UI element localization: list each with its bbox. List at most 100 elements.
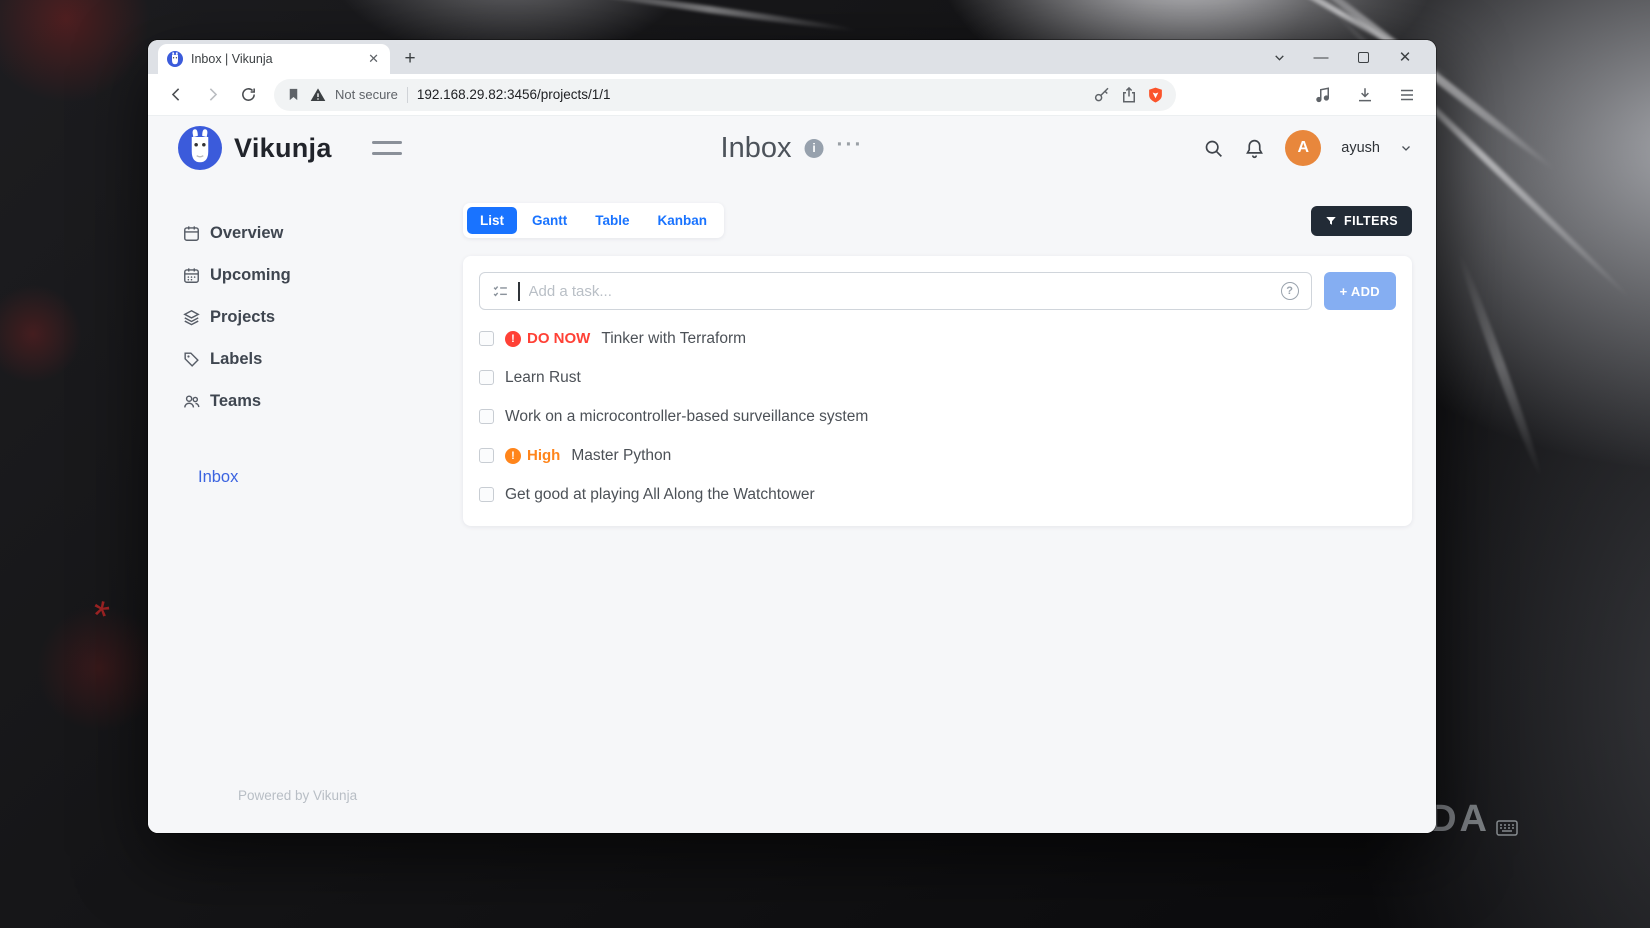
downloads-icon[interactable]: [1356, 86, 1374, 104]
tag-icon: [184, 351, 199, 367]
vikunja-llama-icon: [178, 126, 222, 170]
task-title[interactable]: Tinker with Terraform: [601, 330, 746, 348]
info-icon[interactable]: i: [804, 138, 824, 158]
sidebar-item-teams[interactable]: Teams: [148, 380, 453, 422]
add-task-input[interactable]: [528, 282, 1272, 300]
task-row[interactable]: Get good at playing All Along the Watcht…: [479, 475, 1396, 514]
task-row[interactable]: ! DO NOW Tinker with Terraform: [479, 319, 1396, 358]
more-options-icon[interactable]: ···: [836, 134, 863, 155]
task-checkbox[interactable]: [479, 409, 494, 424]
new-tab-button[interactable]: +: [396, 45, 424, 73]
brave-shield-icon[interactable]: [1147, 86, 1164, 104]
wallpaper-hair-streak: [1454, 250, 1546, 480]
view-tab-list[interactable]: List: [467, 207, 518, 234]
notifications-bell-icon[interactable]: [1244, 138, 1265, 159]
tab-title: Inbox | Vikunja: [191, 52, 273, 66]
sidebar-toggle-icon[interactable]: [371, 141, 402, 155]
task-checkbox[interactable]: [479, 331, 494, 346]
help-icon[interactable]: ?: [1280, 282, 1299, 300]
sidebar-item-upcoming[interactable]: Upcoming: [148, 254, 453, 296]
wallpaper-hair-streak: [560, 0, 860, 34]
priority-badge: ! High: [505, 447, 560, 464]
task-list: ! DO NOW Tinker with Terraform Learn Rus…: [479, 319, 1396, 514]
toolbar-right-tools: [1314, 86, 1422, 104]
window-controls: — ✕: [1258, 40, 1426, 74]
minimize-button[interactable]: —: [1300, 40, 1342, 74]
task-checkbox[interactable]: [479, 448, 494, 463]
close-button[interactable]: ✕: [1384, 40, 1426, 74]
tab-close-icon[interactable]: ✕: [366, 51, 381, 67]
checklist-icon: [493, 285, 507, 296]
user-menu-chevron-icon[interactable]: [1400, 142, 1412, 154]
browser-menu-icon[interactable]: [1398, 86, 1416, 104]
brand-name: Vikunja: [234, 132, 332, 163]
view-tab-table[interactable]: Table: [582, 207, 642, 234]
browser-window: Inbox | Vikunja ✕ + — ✕ Not secure 192.1…: [148, 40, 1436, 833]
task-checkbox[interactable]: [479, 487, 494, 502]
priority-alert-icon: !: [505, 447, 521, 464]
priority-alert-icon: !: [505, 330, 521, 347]
task-title[interactable]: Work on a microcontroller-based surveill…: [505, 408, 868, 426]
wallpaper-red-mark: *: [87, 590, 114, 641]
sidebar-item-projects[interactable]: Projects: [148, 296, 453, 338]
url-bar[interactable]: Not secure 192.168.29.82:3456/projects/1…: [274, 78, 1176, 111]
browser-tab[interactable]: Inbox | Vikunja ✕: [158, 44, 390, 74]
not-secure-warning-icon: [310, 87, 326, 103]
task-row[interactable]: ! High Master Python: [479, 436, 1396, 475]
add-task-button[interactable]: + ADD: [1323, 272, 1396, 310]
app-header: Vikunja Inbox i ··· A ayush: [148, 116, 1436, 180]
url-text[interactable]: 192.168.29.82:3456/projects/1/1: [417, 87, 1084, 102]
media-control-icon[interactable]: [1314, 86, 1332, 104]
task-title[interactable]: Learn Rust: [505, 369, 581, 387]
main-content: List Gantt Table Kanban FILTERS Add a ta…: [453, 180, 1436, 833]
priority-badge: ! DO NOW: [505, 330, 590, 347]
view-tab-gantt[interactable]: Gantt: [519, 207, 580, 234]
filters-button[interactable]: FILTERS: [1311, 205, 1412, 236]
reload-button[interactable]: [234, 81, 262, 109]
vikunja-logo[interactable]: Vikunja: [178, 126, 332, 170]
task-title[interactable]: Get good at playing All Along the Watcht…: [505, 486, 815, 504]
share-icon[interactable]: [1120, 86, 1138, 104]
add-task-row: ? + ADD: [479, 272, 1396, 310]
sidebar-item-inbox[interactable]: Inbox: [148, 468, 453, 487]
funnel-icon: [1326, 216, 1336, 225]
browser-toolbar: Not secure 192.168.29.82:3456/projects/1…: [148, 74, 1436, 116]
task-list-card: ? + ADD ! DO NOW Tinker with Terraform: [463, 256, 1412, 526]
page-title-group: Inbox i ···: [721, 132, 864, 165]
back-button[interactable]: [162, 81, 190, 109]
task-checkbox[interactable]: [479, 370, 494, 385]
header-right: A ayush: [1203, 130, 1412, 166]
app-body: Overview Upcoming Projects Labels Teams: [148, 180, 1436, 833]
tab-search-chevron-icon[interactable]: [1258, 40, 1300, 74]
bookmark-icon[interactable]: [286, 87, 301, 102]
url-divider: [406, 86, 408, 103]
browser-tab-strip: Inbox | Vikunja ✕ + — ✕: [148, 40, 1436, 74]
task-row[interactable]: Work on a microcontroller-based surveill…: [479, 397, 1396, 436]
page-title: Inbox: [720, 131, 792, 164]
text-cursor: [518, 281, 520, 301]
task-title[interactable]: Master Python: [571, 447, 671, 465]
security-label: Not secure: [335, 87, 398, 102]
view-switcher: List Gantt Table Kanban: [463, 203, 725, 238]
user-name[interactable]: ayush: [1341, 140, 1380, 156]
sidebar-item-labels[interactable]: Labels: [148, 338, 453, 380]
view-tab-kanban[interactable]: Kanban: [645, 207, 721, 234]
users-icon: [184, 394, 200, 408]
add-task-input-wrap[interactable]: ?: [479, 272, 1312, 310]
view-switcher-row: List Gantt Table Kanban FILTERS: [463, 203, 1412, 238]
sidebar: Overview Upcoming Projects Labels Teams: [148, 180, 453, 833]
task-row[interactable]: Learn Rust: [479, 358, 1396, 397]
calendar-days-icon: [184, 267, 199, 283]
search-icon[interactable]: [1203, 138, 1224, 159]
passwords-key-icon[interactable]: [1093, 86, 1111, 104]
keyboard-icon: [1496, 820, 1518, 836]
forward-button[interactable]: [198, 81, 226, 109]
vikunja-app: Vikunja Inbox i ··· A ayush Overview Upc…: [148, 116, 1436, 833]
powered-by-link[interactable]: Powered by Vikunja: [238, 788, 357, 803]
layers-icon: [183, 309, 200, 325]
calendar-icon: [184, 225, 199, 241]
sidebar-item-overview[interactable]: Overview: [148, 212, 453, 254]
vikunja-favicon: [167, 51, 183, 67]
avatar[interactable]: A: [1285, 130, 1322, 166]
maximize-button[interactable]: [1342, 40, 1384, 74]
